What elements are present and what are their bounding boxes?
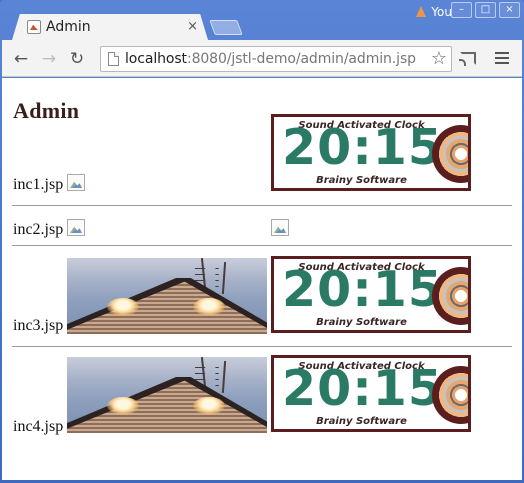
house-photo [67,357,267,433]
clock-bottom-text: Brainy Software [316,416,407,427]
page-content: Admin inc1.jsp Sound Activated Clock 20:… [2,98,522,439]
row-label: inc2.jsp [13,221,64,238]
menu-icon[interactable] [495,52,509,65]
broken-image-icon [67,219,85,236]
minimize-button[interactable]: – [451,2,472,18]
address-bar[interactable]: localhost:8080/jstl-demo/admin/admin.jsp… [100,46,452,72]
list-item: inc4.jsp Sound Activated Clock 20:15 Bra… [12,347,512,439]
tab-title: Admin [46,19,91,35]
list-item: inc2.jsp [12,206,512,245]
back-arrow-icon[interactable]: ← [10,48,32,70]
profile-button[interactable]: You [415,3,452,21]
clock-image: Sound Activated Clock 20:15 Brainy Softw… [271,355,471,432]
row-label: inc3.jsp [13,317,64,334]
clock-image: Sound Activated Clock 20:15 Brainy Softw… [271,114,471,191]
row-label: inc1.jsp [13,176,64,193]
url-host: localhost [125,51,187,67]
broken-image-icon [271,219,289,236]
profile-label: You [431,5,452,19]
browser-toolbar: ← → ↻ localhost:8080/jstl-demo/admin/adm… [2,40,522,77]
reload-icon[interactable]: ↻ [66,48,88,70]
user-icon [415,6,427,18]
list-item: inc1.jsp Sound Activated Clock 20:15 Bra… [12,114,512,197]
clock-bottom-text: Brainy Software [316,175,407,186]
tab-admin[interactable]: Admin × [12,14,208,40]
clock-bottom-text: Brainy Software [316,317,407,328]
clock-image: Sound Activated Clock 20:15 Brainy Softw… [271,256,471,333]
url-path: :8080/jstl-demo/admin/admin.jsp [186,51,416,67]
broken-image-icon [67,174,85,191]
tab-close-icon[interactable]: × [187,19,198,34]
cast-icon[interactable] [459,52,476,66]
clock-time: 20:15 [282,119,443,176]
forward-arrow-icon[interactable]: → [38,48,60,70]
maximize-button[interactable]: □ [475,2,496,18]
row-label: inc4.jsp [13,418,64,435]
list-item: inc3.jsp Sound Activated Clock 20:15 Bra… [12,246,512,338]
clock-time: 20:15 [282,360,443,417]
close-window-button[interactable]: × [499,2,520,18]
page-viewport: Admin inc1.jsp Sound Activated Clock 20:… [2,78,522,480]
clock-time: 20:15 [282,261,443,318]
bookmark-star-icon[interactable]: ☆ [431,48,447,70]
browser-window: You – □ × Admin × ← → ↻ localhost:8080/j… [0,0,524,483]
page-icon [108,52,119,66]
favicon-icon [27,20,41,34]
url-text[interactable]: localhost:8080/jstl-demo/admin/admin.jsp [125,51,416,67]
house-photo [67,258,267,334]
new-tab-button[interactable] [209,20,243,35]
window-controls: – □ × [451,2,520,18]
